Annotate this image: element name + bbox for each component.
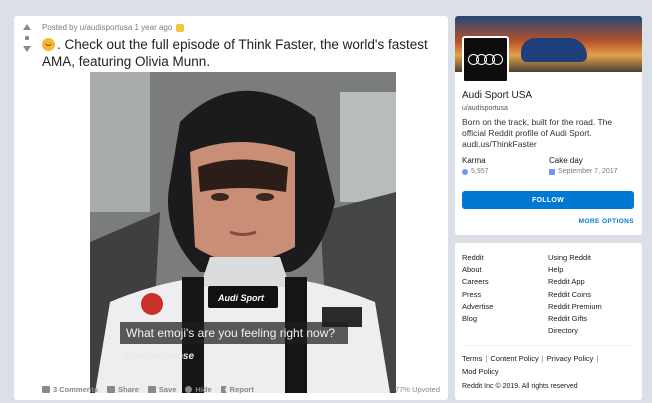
profile-handle[interactable]: u/audisportusa xyxy=(462,105,508,112)
policy-terms[interactable]: Terms xyxy=(462,354,482,363)
using-heading: Using Reddit xyxy=(548,253,591,262)
karma-value: 5,957 xyxy=(462,168,489,175)
footer-link-about[interactable]: About xyxy=(462,264,493,276)
post-title[interactable]: . Check out the full episode of Think Fa… xyxy=(42,36,442,70)
video-watermark: GregoryGoose xyxy=(124,351,195,362)
footer-link-app[interactable]: Reddit App xyxy=(548,276,602,288)
footer-link-press[interactable]: Press xyxy=(462,289,493,301)
policy-links: Terms | Content Policy | Privacy Policy | Mod … xyxy=(462,354,599,376)
audi-rings-logo[interactable] xyxy=(462,36,509,83)
upvote-ratio: 77% Upvoted xyxy=(394,385,440,394)
footer-link-gifts[interactable]: Reddit Gifts xyxy=(548,313,602,325)
save-button[interactable]: Save xyxy=(147,385,177,394)
save-label: Save xyxy=(158,385,177,394)
post-title-text: . Check out the full episode of Think Fa… xyxy=(42,37,428,69)
hide-button[interactable]: Hide xyxy=(185,385,212,394)
cakeday-date: September 7, 2017 xyxy=(558,168,618,175)
cake-icon xyxy=(549,168,555,175)
reddit-heading: Reddit xyxy=(462,253,484,262)
post-meta: Posted by u/audisportusa 1 year ago xyxy=(42,23,185,32)
footer-link-advertise[interactable]: Advertise xyxy=(462,301,493,313)
ring-icon xyxy=(492,54,503,65)
report-label: Report xyxy=(229,385,254,394)
footer-link-blog[interactable]: Blog xyxy=(462,313,493,325)
karma-number: 5,957 xyxy=(471,168,489,175)
share-label: Share xyxy=(118,385,139,394)
karma-icon xyxy=(462,168,468,175)
footer-link-help[interactable]: Help xyxy=(548,264,602,276)
post-actions: 3 Comments Share Save Hide Report xyxy=(42,385,254,394)
post-meta-text[interactable]: Posted by u/audisportusa 1 year ago xyxy=(42,23,172,32)
profile-description: Born on the track, built for the road. T… xyxy=(462,117,613,149)
post-media[interactable]: Audi Sport What emoji's are you feeling … xyxy=(90,72,396,393)
policy-privacy[interactable]: Privacy Policy xyxy=(547,354,594,363)
vote-column xyxy=(20,24,34,52)
emoji-icon xyxy=(42,38,55,51)
footer-link-coins[interactable]: Reddit Coins xyxy=(548,289,602,301)
downvote-icon[interactable] xyxy=(23,46,31,52)
comment-icon xyxy=(42,386,50,393)
report-button[interactable]: Report xyxy=(220,385,254,394)
footer-link-careers[interactable]: Careers xyxy=(462,276,493,288)
driver-photo: Audi Sport xyxy=(90,72,396,393)
comments-label: 3 Comments xyxy=(53,385,99,394)
copyright: Reddit Inc © 2019. All rights reserved xyxy=(462,383,578,390)
karma-label: Karma xyxy=(462,156,486,165)
using-reddit-column: Using Reddit Help Reddit App Reddit Coin… xyxy=(548,252,602,337)
footer-divider xyxy=(462,345,634,346)
cakeday-value: September 7, 2017 xyxy=(549,168,618,175)
policy-mod[interactable]: Mod Policy xyxy=(462,367,499,376)
cakeday-label: Cake day xyxy=(549,156,583,165)
more-options-button[interactable]: MORE OPTIONS xyxy=(579,218,634,225)
hide-label: Hide xyxy=(195,385,212,394)
hide-icon xyxy=(185,386,193,393)
video-caption: What emoji's are you feeling right now? xyxy=(126,326,336,340)
profile-name[interactable]: Audi Sport USA xyxy=(462,90,532,101)
follow-button[interactable]: FOLLOW xyxy=(462,191,634,209)
share-icon xyxy=(107,386,116,393)
profile-card: Audi Sport USA u/audisportusa Born on th… xyxy=(455,16,642,235)
reddit-links-column: Reddit About Careers Press Advertise Blo… xyxy=(462,252,493,325)
vote-score xyxy=(25,36,29,40)
footer-card: Reddit About Careers Press Advertise Blo… xyxy=(455,243,642,400)
comments-button[interactable]: 3 Comments xyxy=(42,385,98,394)
save-icon xyxy=(147,386,156,393)
policy-content[interactable]: Content Policy xyxy=(490,354,538,363)
upvote-icon[interactable] xyxy=(23,24,31,30)
post-card: Posted by u/audisportusa 1 year ago . Ch… xyxy=(14,16,448,400)
banner-car xyxy=(521,38,587,62)
footer-link-premium[interactable]: Reddit Premium xyxy=(548,301,602,313)
report-icon xyxy=(220,386,227,393)
award-icon xyxy=(176,23,185,32)
share-button[interactable]: Share xyxy=(107,385,139,394)
suit-patch-text: Audi Sport xyxy=(217,293,265,303)
footer-link-directory[interactable]: Directory xyxy=(548,325,602,337)
